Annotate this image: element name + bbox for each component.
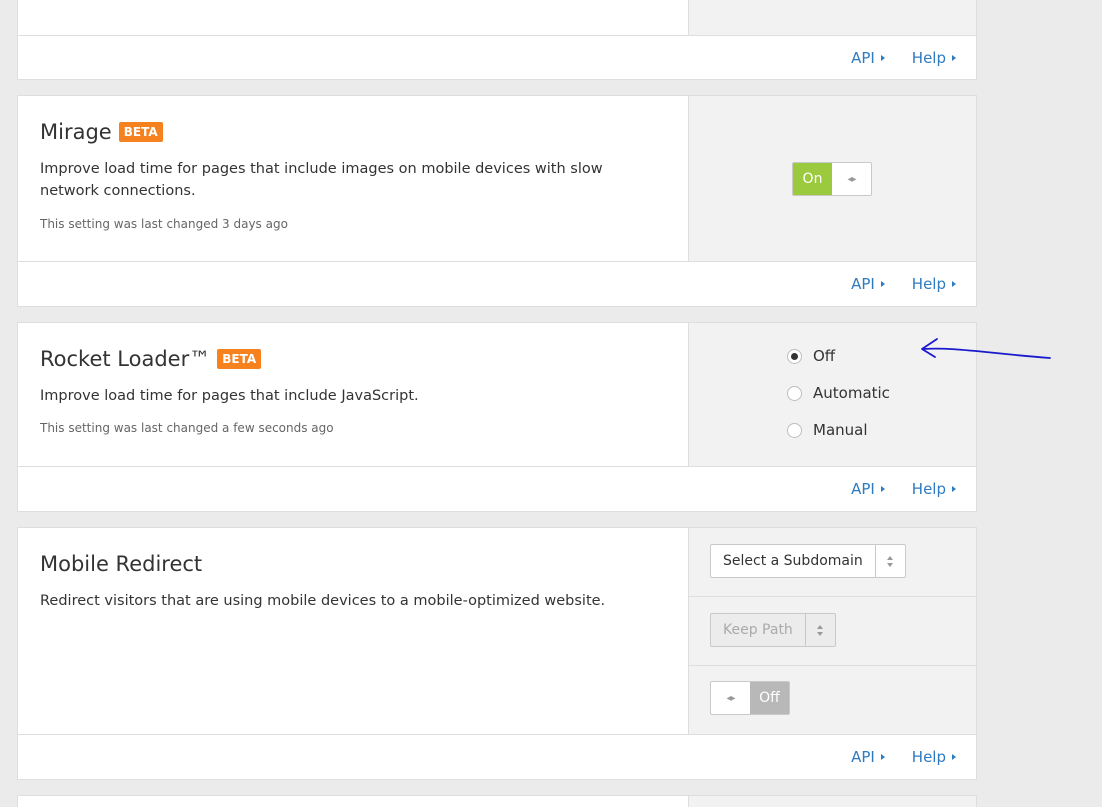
mirage-help-link[interactable]: Help — [912, 275, 956, 293]
mobile-redirect-card: Mobile Redirect Redirect visitors that a… — [17, 527, 977, 780]
mirage-card: Mirage BETA Improve load time for pages … — [17, 95, 977, 307]
caret-right-icon — [880, 281, 885, 287]
drag-arrows-icon: ◂▸ — [847, 173, 856, 185]
rocket-loader-footer: API Help — [18, 467, 976, 511]
radio-unselected-icon — [787, 422, 802, 438]
mirage-toggle[interactable]: On ◂▸ — [792, 162, 872, 196]
hand-drawn-arrow-icon — [921, 338, 1051, 359]
rocket-loader-description: Improve load time for pages that include… — [40, 388, 419, 404]
rocket-api-link[interactable]: API — [851, 480, 885, 498]
caret-right-icon — [952, 55, 956, 61]
beta-badge: BETA — [118, 122, 163, 142]
radio-unselected-icon — [787, 385, 802, 401]
rocket-help-link[interactable]: Help — [912, 480, 956, 498]
select-arrows-icon — [804, 614, 835, 646]
caret-right-icon — [952, 754, 956, 760]
rocket-loader-last-changed: This setting was last changed a few seco… — [40, 421, 334, 435]
top-card-footer: API Help — [18, 36, 976, 80]
mobile-api-link[interactable]: API — [851, 748, 885, 766]
radio-selected-icon — [787, 348, 802, 364]
help-link[interactable]: Help — [912, 49, 956, 67]
rocket-loader-title: Rocket Loader™ BETA — [40, 347, 666, 371]
keep-path-select[interactable]: Keep Path — [710, 613, 836, 647]
rocket-loader-card: Rocket Loader™ BETA Improve load time fo… — [17, 322, 977, 512]
radio-option-off[interactable]: Off — [787, 347, 835, 365]
mirage-description: Improve load time for pages that include… — [40, 161, 603, 199]
toggle-off-segment: Off — [750, 682, 789, 714]
mobile-redirect-description: Redirect visitors that are using mobile … — [40, 593, 606, 609]
select-arrows-icon — [874, 545, 905, 577]
toggle-on-segment: On — [793, 163, 832, 195]
top-card: API Help — [17, 0, 977, 80]
caret-right-icon — [952, 281, 956, 287]
mobile-help-link[interactable]: Help — [912, 748, 956, 766]
radio-option-automatic[interactable]: Automatic — [787, 384, 890, 402]
caret-right-icon — [880, 486, 885, 492]
mirage-api-link[interactable]: API — [851, 275, 885, 293]
caret-right-icon — [880, 754, 885, 760]
mobile-redirect-toggle[interactable]: ◂▸ Off — [710, 681, 790, 715]
radio-option-manual[interactable]: Manual — [787, 421, 868, 439]
caret-right-icon — [952, 486, 956, 492]
subdomain-select[interactable]: Select a Subdomain — [710, 544, 906, 578]
mirage-last-changed: This setting was last changed 3 days ago — [40, 217, 288, 231]
mirage-footer: API Help — [18, 262, 976, 306]
mirage-title: Mirage BETA — [40, 120, 666, 144]
drag-arrows-icon: ◂▸ — [726, 692, 735, 704]
next-card — [17, 795, 977, 807]
beta-badge: BETA — [217, 349, 262, 369]
caret-right-icon — [880, 55, 885, 61]
mobile-redirect-title: Mobile Redirect — [40, 552, 203, 576]
api-link[interactable]: API — [851, 49, 885, 67]
mobile-redirect-footer: API Help — [18, 735, 976, 779]
